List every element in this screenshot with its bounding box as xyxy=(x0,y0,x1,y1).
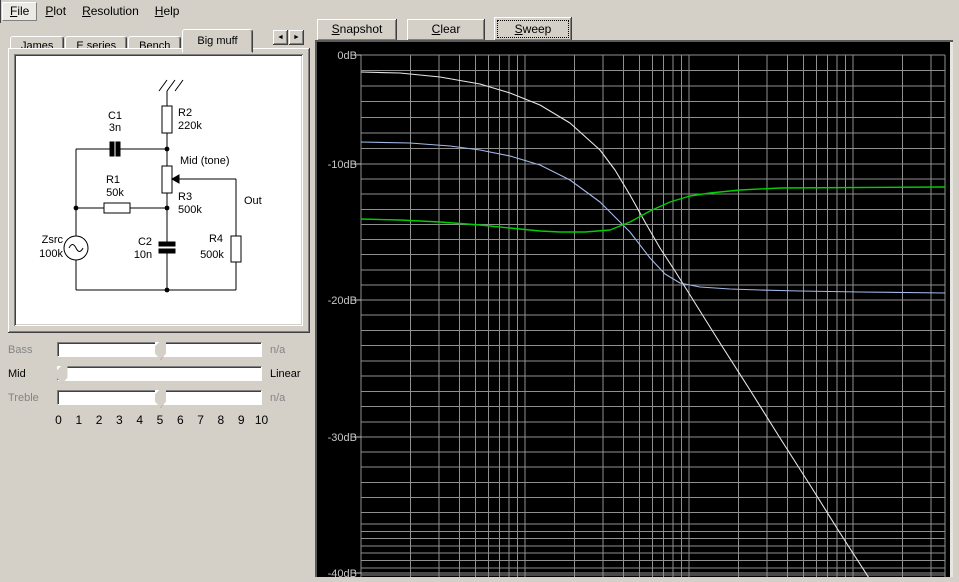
potentiometer-r3 xyxy=(161,165,173,194)
zsrc-name: Zsrc xyxy=(42,234,64,246)
r4-name: R4 xyxy=(209,233,223,245)
mid-value: Linear xyxy=(270,368,301,380)
tab-scroll-left-button[interactable]: ◄ xyxy=(273,30,288,45)
bass-slider-row: Bass n/a xyxy=(0,341,310,361)
menu-item-plot[interactable]: Plot xyxy=(37,2,74,21)
treble-slider-thumb[interactable] xyxy=(155,390,166,408)
y-axis-label: -10dB xyxy=(328,159,357,171)
ground-icon xyxy=(158,79,184,92)
r3-name: R3 xyxy=(178,191,192,203)
bass-value: n/a xyxy=(270,344,286,356)
plot-canvas: 0dB -10dB -20dB -30dB -40dB xyxy=(328,50,946,580)
bass-slider-track[interactable] xyxy=(57,342,262,360)
snapshot-button-label: Snapshot xyxy=(331,22,383,36)
r2-name: R2 xyxy=(178,107,192,119)
menu-item-help[interactable]: Help xyxy=(147,2,188,21)
resistor-r1 xyxy=(103,202,131,214)
junction-dot xyxy=(73,205,79,211)
menu-item-file[interactable]: File xyxy=(2,2,38,21)
left-arrow-icon: ◄ xyxy=(277,34,284,41)
c2-name: C2 xyxy=(138,236,152,248)
y-axis-label: 0dB xyxy=(337,50,357,62)
sweep-button[interactable]: Sweep xyxy=(494,17,572,41)
plot-border-right xyxy=(950,42,953,577)
sweep-button-label: Sweep xyxy=(497,20,569,38)
c1-value: 3n xyxy=(109,122,121,134)
scale-number-7: 7 xyxy=(197,413,204,427)
r2-value: 220k xyxy=(178,120,202,132)
clear-button-label: Clear xyxy=(431,22,461,36)
resistor-r4 xyxy=(230,235,242,263)
treble-slider-track[interactable] xyxy=(57,390,262,408)
circuit-diagram: C1 3n R2 220k Mid (tone) R3 500k Out R1 … xyxy=(39,79,262,293)
r3-value: 500k xyxy=(178,204,202,216)
mid-slider-row: Mid Linear xyxy=(0,365,310,385)
response-curve-white xyxy=(360,71,870,579)
scale-number-3: 3 xyxy=(116,413,123,427)
out-label: Out xyxy=(244,195,262,207)
scale-number-0: 0 xyxy=(55,413,62,427)
scale-number-5: 5 xyxy=(156,413,164,427)
scale-number-6: 6 xyxy=(176,413,184,427)
tone-stack-calculator-window: { "menu": { "items": [ {"label": "File",… xyxy=(0,0,959,580)
scale-number-9: 9 xyxy=(237,413,245,427)
capacitor-c1 xyxy=(109,141,115,157)
snapshot-button[interactable]: Snapshot xyxy=(317,19,397,41)
tab-scroll-right-button[interactable]: ► xyxy=(289,30,304,45)
scale-number-4: 4 xyxy=(136,413,144,427)
scale-number-1: 1 xyxy=(75,413,83,427)
junction-dot xyxy=(164,146,170,152)
junction-dot xyxy=(164,287,170,293)
mid-slider-thumb[interactable] xyxy=(56,366,68,384)
y-axis-label: -20dB xyxy=(328,295,357,307)
scale-number-8: 8 xyxy=(217,413,225,427)
r1-name: R1 xyxy=(106,174,120,186)
mid-tone-label: Mid (tone) xyxy=(180,155,230,167)
c1-name: C1 xyxy=(108,110,122,122)
clear-button[interactable]: Clear xyxy=(407,19,485,41)
tab-page-big-muff: C1 3n R2 220k Mid (tone) R3 500k Out R1 … xyxy=(8,48,310,333)
slider-scale: 0 1 2 3 4 5 6 7 8 9 10 xyxy=(0,413,310,429)
y-axis-label: -30dB xyxy=(328,432,357,444)
r1-value: 50k xyxy=(106,187,124,199)
treble-value: n/a xyxy=(270,392,286,404)
tab-big-muff[interactable]: Big muff xyxy=(182,29,253,53)
right-arrow-icon: ► xyxy=(293,34,300,41)
mid-slider-track[interactable] xyxy=(56,366,262,384)
wiper-arrow-icon xyxy=(170,174,180,184)
r4-value: 500k xyxy=(200,249,224,261)
y-axis-label: -40dB xyxy=(328,568,357,577)
menu-item-resolution[interactable]: Resolution xyxy=(74,2,147,21)
zsrc-value: 100k xyxy=(39,248,63,260)
resistor-r2 xyxy=(161,105,173,134)
treble-label: Treble xyxy=(8,392,39,404)
scale-number-10: 10 xyxy=(254,413,269,427)
junction-dot xyxy=(164,205,170,211)
frequency-response-plot: 0dB -10dB -20dB -30dB -40dB xyxy=(317,42,950,580)
scale-number-2: 2 xyxy=(95,413,103,427)
capacitor-c2 xyxy=(158,241,176,247)
treble-slider-row: Treble n/a xyxy=(0,389,310,409)
bass-slider-thumb[interactable] xyxy=(155,342,166,360)
circuit-diagram-panel: C1 3n R2 220k Mid (tone) R3 500k Out R1 … xyxy=(14,54,303,326)
bass-label: Bass xyxy=(8,344,33,356)
mid-label: Mid xyxy=(8,368,26,380)
c2-value: 10n xyxy=(134,249,152,261)
